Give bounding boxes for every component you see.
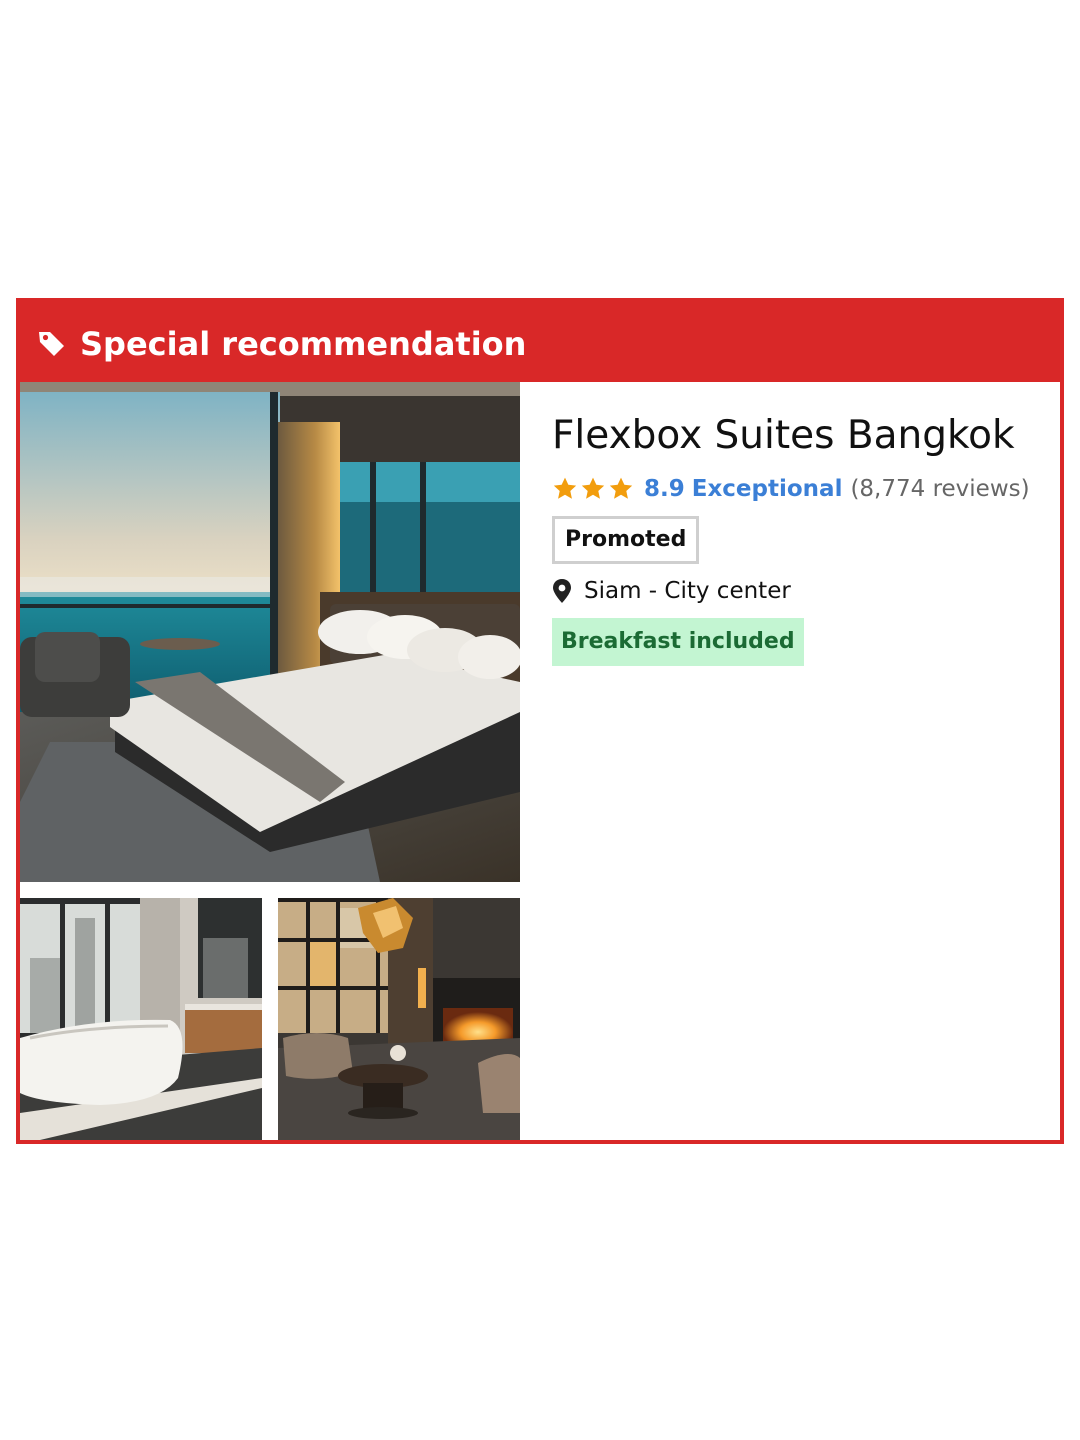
hotel-bedroom-photo <box>20 382 520 882</box>
hotel-card[interactable]: Special recommendation Flexbox Suites Ba… <box>16 298 1064 1144</box>
review-count: (8,774 reviews) <box>850 476 1030 502</box>
hotel-photo-bathroom[interactable] <box>20 898 262 1140</box>
hotel-bathroom-photo <box>20 898 262 1140</box>
hotel-photo-main[interactable] <box>20 382 520 882</box>
location-row: Siam - City center <box>552 574 1052 608</box>
promoted-badge: Promoted <box>552 516 700 564</box>
star-rating <box>552 476 636 502</box>
review-score[interactable]: 8.9 <box>644 476 685 502</box>
breakfast-included-badge: Breakfast included <box>552 618 804 666</box>
star-icon <box>581 477 605 499</box>
star-icon <box>553 477 577 499</box>
review-rating-word[interactable]: Exceptional <box>692 476 843 502</box>
hotel-photo-lounge[interactable] <box>278 898 520 1140</box>
tag-icon <box>39 332 64 356</box>
rating-row: 8.9 Exceptional (8,774 reviews) <box>552 472 1052 506</box>
hotel-location[interactable]: Siam - City center <box>584 578 791 604</box>
map-pin-icon <box>553 579 571 603</box>
star-icon <box>609 477 633 499</box>
banner-title: Special recommendation <box>80 325 527 363</box>
special-recommendation-banner: Special recommendation <box>20 302 1060 382</box>
hotel-name[interactable]: Flexbox Suites Bangkok <box>552 412 1052 460</box>
hotel-info: Flexbox Suites Bangkok 8.9 Exceptional (… <box>552 412 1052 666</box>
hotel-lounge-photo <box>278 898 520 1140</box>
